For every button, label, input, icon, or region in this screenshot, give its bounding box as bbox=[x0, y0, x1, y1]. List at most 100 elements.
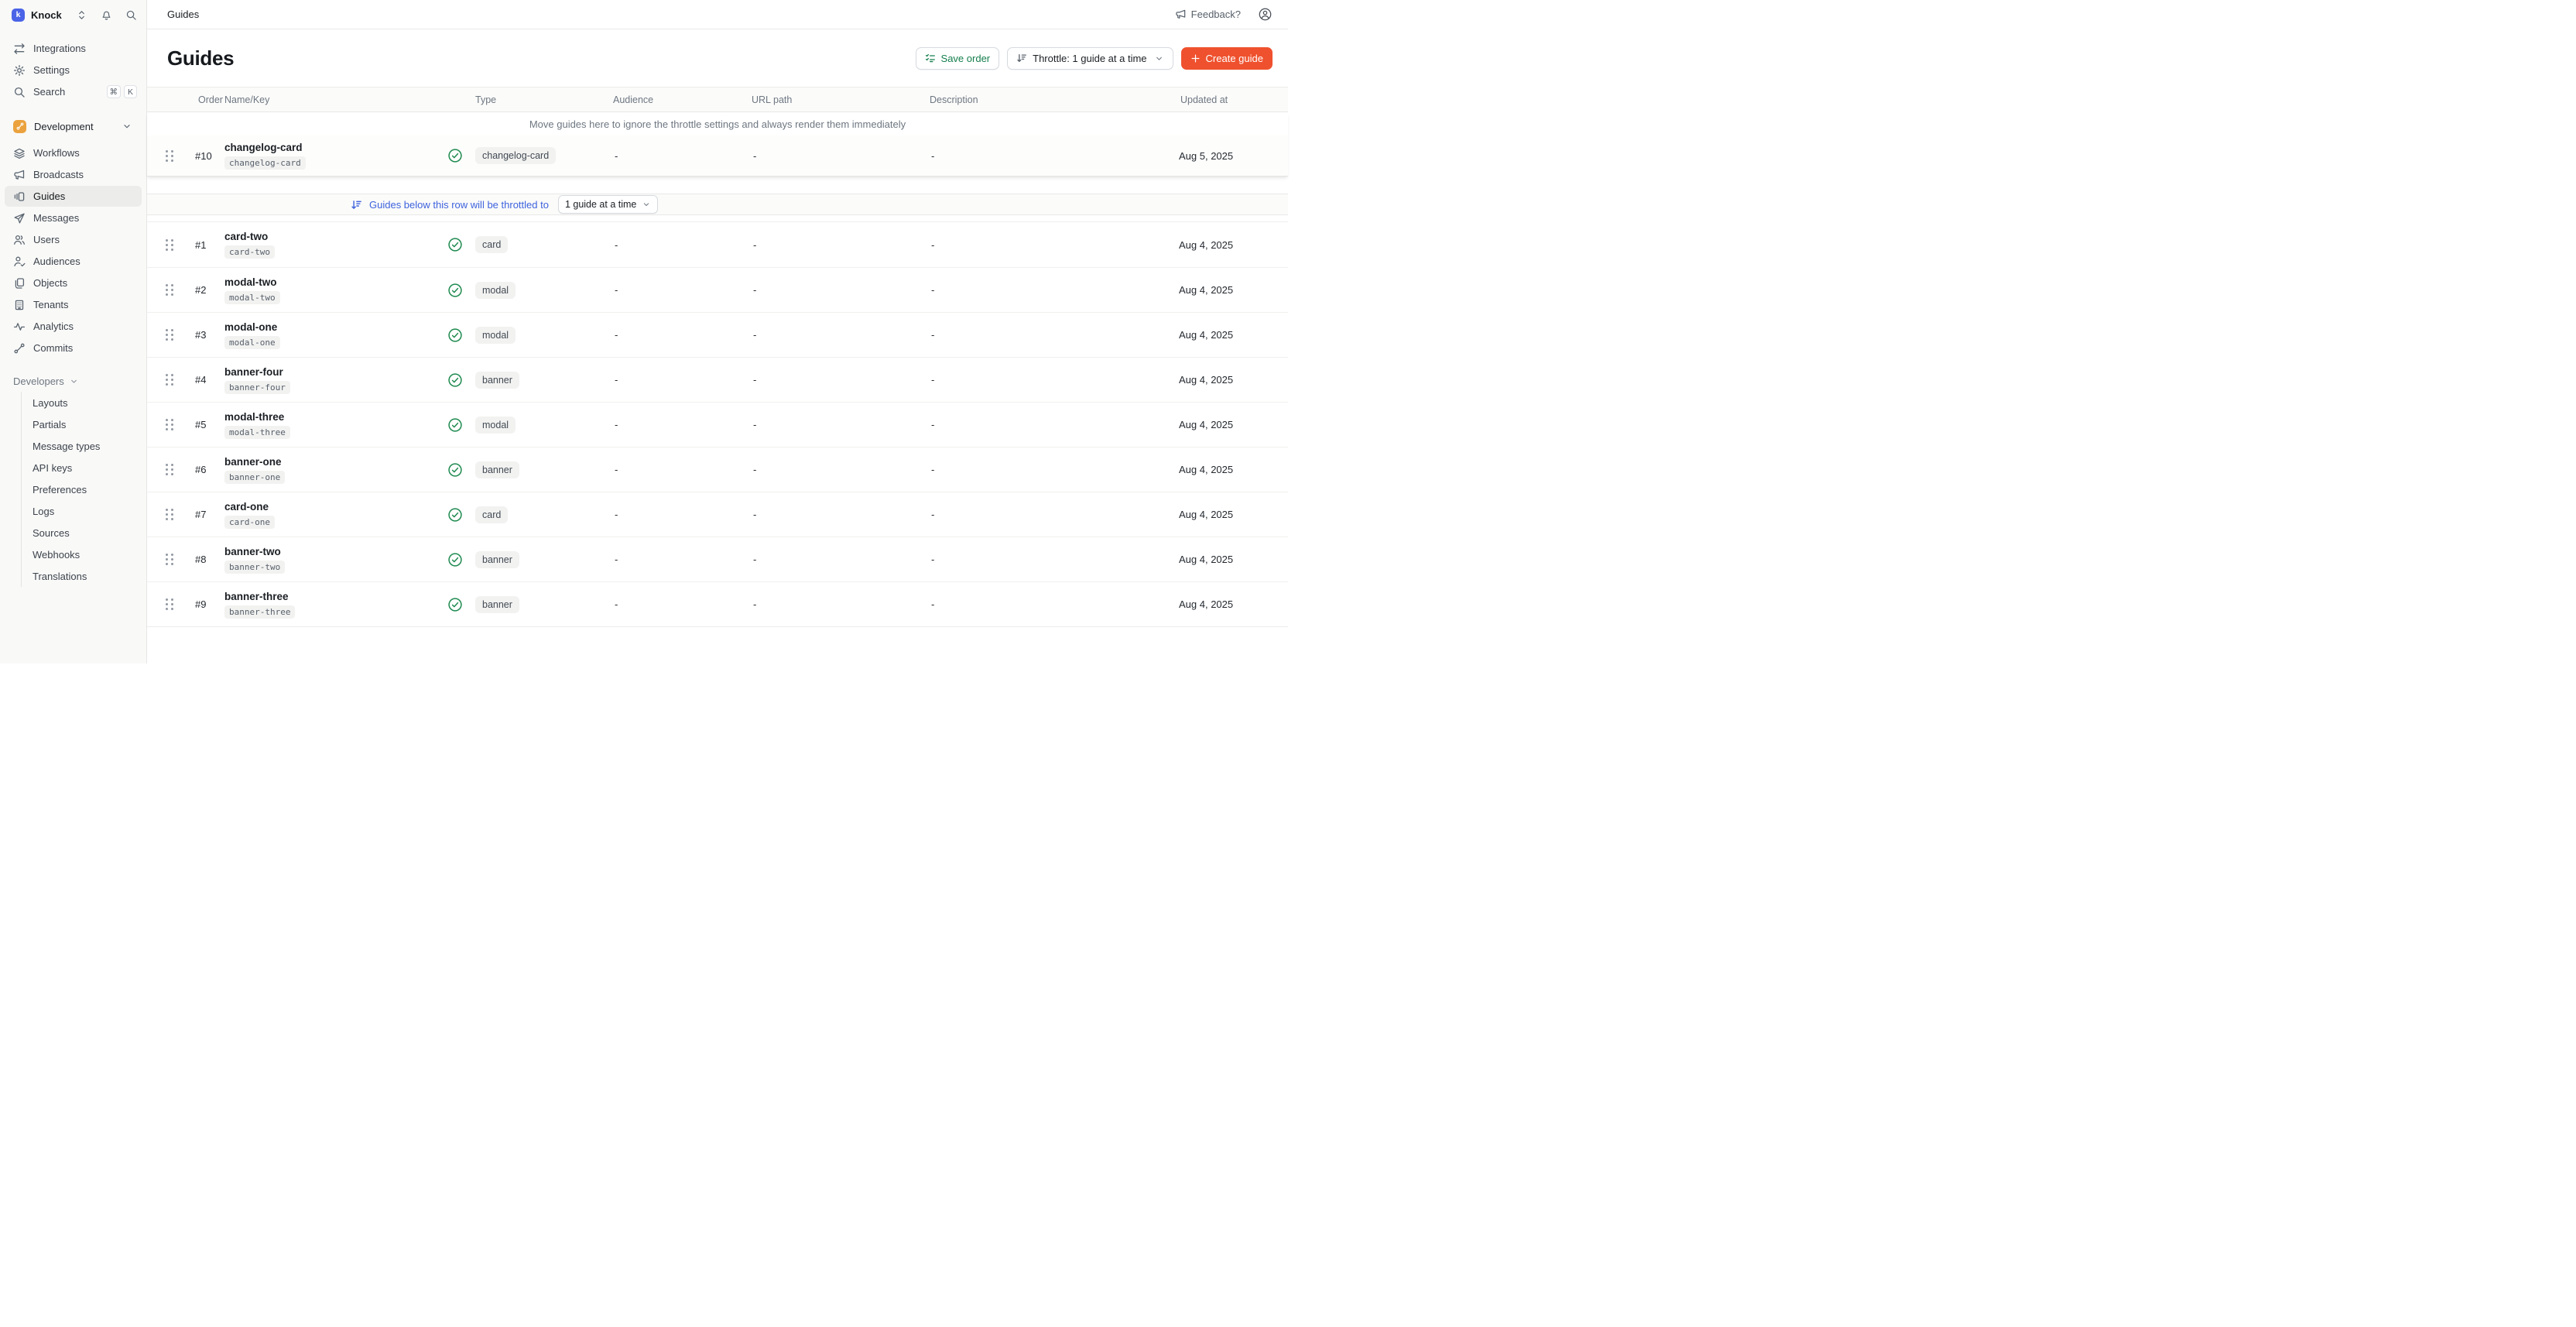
sidebar-item-search[interactable]: Search ⌘ K bbox=[5, 81, 142, 102]
sidebar-item-translations[interactable]: Translations bbox=[22, 565, 146, 587]
kbd-cmd: ⌘ bbox=[107, 85, 122, 98]
type-badge: modal bbox=[475, 282, 516, 299]
environment-switcher[interactable]: Development bbox=[5, 115, 142, 137]
table-row: #6 banner-one banner-one banner - - - Au… bbox=[147, 447, 1288, 492]
active-check-icon bbox=[447, 597, 463, 612]
user-avatar-icon[interactable] bbox=[1258, 7, 1273, 22]
search-icon[interactable] bbox=[125, 9, 137, 21]
sidebar-item-api-keys[interactable]: API keys bbox=[22, 457, 146, 478]
sidebar-item-label: Layouts bbox=[33, 397, 68, 409]
search-shortcut: ⌘ K bbox=[107, 85, 138, 98]
type-badge: banner bbox=[475, 372, 519, 389]
workspace-name[interactable]: Knock bbox=[31, 9, 62, 21]
guide-name-link[interactable]: modal-three bbox=[224, 411, 284, 423]
drag-handle[interactable] bbox=[166, 374, 173, 386]
type-badge: banner bbox=[475, 596, 519, 613]
sidebar-item-label: Audiences bbox=[33, 255, 80, 267]
column-header-type: Type bbox=[472, 94, 610, 105]
developers-section-label: Developers bbox=[13, 375, 64, 387]
guide-name-link[interactable]: card-one bbox=[224, 501, 269, 513]
main-content: Guides Feedback? Guides Save order bbox=[147, 0, 1288, 664]
url-path-value: - bbox=[748, 509, 927, 520]
row-order: #10 bbox=[190, 150, 224, 162]
sidebar-nav-top: Integrations Settings Search ⌘ K bbox=[0, 37, 146, 103]
sidebar-item-objects[interactable]: Objects bbox=[5, 273, 142, 293]
sidebar-item-analytics[interactable]: Analytics bbox=[5, 316, 142, 337]
developers-nav: Layouts Partials Message types API keys … bbox=[21, 392, 146, 587]
sidebar-item-messages[interactable]: Messages bbox=[5, 207, 142, 228]
guide-name-link[interactable]: banner-two bbox=[224, 546, 281, 557]
audience-value: - bbox=[610, 509, 748, 520]
layers-icon bbox=[13, 147, 26, 159]
sidebar-item-integrations[interactable]: Integrations bbox=[5, 38, 142, 59]
drag-handle[interactable] bbox=[166, 598, 173, 610]
save-order-label: Save order bbox=[941, 53, 991, 64]
guide-name-link[interactable]: banner-one bbox=[224, 456, 282, 468]
description-value: - bbox=[927, 239, 1177, 251]
sidebar-item-guides[interactable]: Guides bbox=[5, 186, 142, 207]
sidebar-item-label: API keys bbox=[33, 462, 72, 474]
sidebar-item-message-types[interactable]: Message types bbox=[22, 435, 146, 457]
immediate-drop-notice: Move guides here to ignore the throttle … bbox=[147, 112, 1288, 135]
git-branch-icon bbox=[13, 120, 26, 133]
sidebar-item-sources[interactable]: Sources bbox=[22, 522, 146, 543]
type-badge: card bbox=[475, 236, 508, 253]
workspace-switcher-icon[interactable] bbox=[76, 9, 87, 21]
updated-at-value: Aug 4, 2025 bbox=[1177, 284, 1288, 296]
drag-handle[interactable] bbox=[166, 329, 173, 341]
sidebar-item-broadcasts[interactable]: Broadcasts bbox=[5, 164, 142, 185]
drag-handle[interactable] bbox=[166, 239, 173, 251]
throttle-count-dropdown[interactable]: 1 guide at a time bbox=[558, 195, 658, 214]
sidebar-item-layouts[interactable]: Layouts bbox=[22, 392, 146, 413]
drag-handle[interactable] bbox=[166, 419, 173, 430]
table-row: #8 banner-two banner-two banner - - - Au… bbox=[147, 537, 1288, 581]
sidebar-item-label: Broadcasts bbox=[33, 169, 84, 180]
column-header-name-key: Name/Key bbox=[224, 94, 446, 105]
row-order: #6 bbox=[190, 464, 224, 475]
kbd-k: K bbox=[124, 85, 137, 98]
guide-name-link[interactable]: modal-one bbox=[224, 321, 277, 333]
guide-name-link[interactable]: banner-four bbox=[224, 366, 283, 378]
checklist-icon bbox=[925, 53, 936, 63]
sidebar-item-partials[interactable]: Partials bbox=[22, 413, 146, 435]
drag-handle[interactable] bbox=[166, 509, 173, 520]
sidebar-item-logs[interactable]: Logs bbox=[22, 500, 146, 522]
developers-section-toggle[interactable]: Developers bbox=[5, 372, 142, 390]
row-order: #3 bbox=[190, 329, 224, 341]
drag-handle[interactable] bbox=[166, 284, 173, 296]
guide-name-link[interactable]: card-two bbox=[224, 231, 268, 242]
save-order-button[interactable]: Save order bbox=[916, 47, 1000, 70]
top-bar: Guides Feedback? bbox=[147, 0, 1288, 29]
sidebar-item-settings[interactable]: Settings bbox=[5, 60, 142, 81]
guide-name-link[interactable]: changelog-card bbox=[224, 142, 303, 153]
audience-value: - bbox=[610, 554, 748, 565]
feedback-button[interactable]: Feedback? bbox=[1175, 9, 1241, 20]
sidebar-item-label: Sources bbox=[33, 527, 70, 539]
sidebar-item-preferences[interactable]: Preferences bbox=[22, 478, 146, 500]
drag-handle[interactable] bbox=[166, 464, 173, 475]
sidebar-item-label: Search bbox=[33, 86, 65, 98]
sidebar-item-workflows[interactable]: Workflows bbox=[5, 142, 142, 163]
sidebar-item-users[interactable]: Users bbox=[5, 229, 142, 250]
guide-name-link[interactable]: modal-two bbox=[224, 276, 277, 288]
audience-value: - bbox=[610, 419, 748, 430]
sidebar-item-label: Message types bbox=[33, 441, 100, 452]
drag-handle[interactable] bbox=[166, 554, 173, 565]
column-header-updated-at: Updated at bbox=[1177, 94, 1288, 105]
notifications-bell-icon[interactable] bbox=[101, 9, 112, 21]
sidebar-item-audiences[interactable]: Audiences bbox=[5, 251, 142, 272]
description-value: - bbox=[927, 374, 1177, 386]
immediate-guides-section: Move guides here to ignore the throttle … bbox=[147, 112, 1288, 177]
sidebar-item-label: Messages bbox=[33, 212, 79, 224]
throttle-dropdown[interactable]: Throttle: 1 guide at a time bbox=[1007, 47, 1173, 70]
create-guide-button[interactable]: Create guide bbox=[1181, 47, 1273, 70]
sidebar-item-tenants[interactable]: Tenants bbox=[5, 294, 142, 315]
url-path-value: - bbox=[748, 150, 927, 162]
url-path-value: - bbox=[748, 464, 927, 475]
chevron-down-icon bbox=[122, 121, 132, 132]
drag-handle[interactable] bbox=[166, 150, 173, 162]
megaphone-icon bbox=[1175, 9, 1187, 20]
sidebar-item-commits[interactable]: Commits bbox=[5, 338, 142, 358]
sidebar-item-webhooks[interactable]: Webhooks bbox=[22, 543, 146, 565]
guide-name-link[interactable]: banner-three bbox=[224, 591, 289, 602]
